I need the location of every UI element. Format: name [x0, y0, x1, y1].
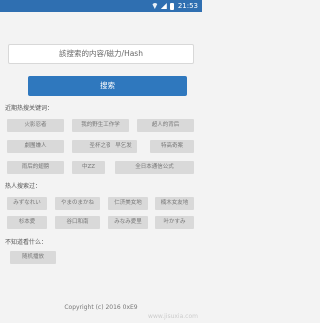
watermark: www.jisuxia.com [148, 313, 198, 320]
status-time: 21:53 [177, 2, 198, 10]
recent-searches-title: 近期热搜关键词： [5, 105, 54, 112]
hot-tag[interactable]: やまのまかね [55, 197, 100, 210]
search-input[interactable]: 該搜索的内容/磁力/Hash [8, 44, 194, 64]
status-bar: 21:53 [0, 0, 202, 12]
hot-tag[interactable]: 谷口和南 [55, 216, 100, 229]
signal-icon [160, 3, 167, 9]
battery-icon [169, 2, 174, 10]
recent-tag[interactable]: 火影忍者 [7, 119, 64, 132]
hot-tag[interactable]: 仁济美女地 [108, 197, 148, 210]
recent-tag[interactable]: 超人的背后 [137, 119, 194, 132]
recent-tag[interactable]: 中ZZ [72, 161, 105, 174]
hot-tag[interactable]: みなみ愛里 [108, 216, 148, 229]
copyright: Copyright (c) 2016 0xE9 [64, 304, 138, 311]
hot-tag[interactable]: 楠木女友地 [155, 197, 194, 210]
hot-tag[interactable]: 叶かすみ [155, 216, 194, 229]
random-play-button[interactable]: 随机播放 [10, 251, 56, 264]
search-button[interactable]: 搜索 [28, 76, 187, 96]
hot-tag[interactable]: みずなれい [7, 197, 47, 210]
recent-tag[interactable]: 全日本通信公式 [115, 161, 194, 174]
recent-tag[interactable]: 劇團嫌人 [7, 140, 64, 153]
recent-tag[interactable]: 特高奇案 [150, 140, 194, 153]
wifi-icon [151, 3, 158, 9]
recent-tag[interactable]: 雨后的翅膀 [7, 161, 64, 174]
hot-tag[interactable]: 杉本愛 [7, 216, 47, 229]
random-title: 不知道看什么： [5, 239, 48, 246]
recent-tag[interactable]: 我的野生工作学 [72, 119, 129, 132]
recent-tag[interactable]: 早乞发 [110, 140, 137, 153]
hot-searches-title: 热人搜索过： [5, 183, 42, 190]
